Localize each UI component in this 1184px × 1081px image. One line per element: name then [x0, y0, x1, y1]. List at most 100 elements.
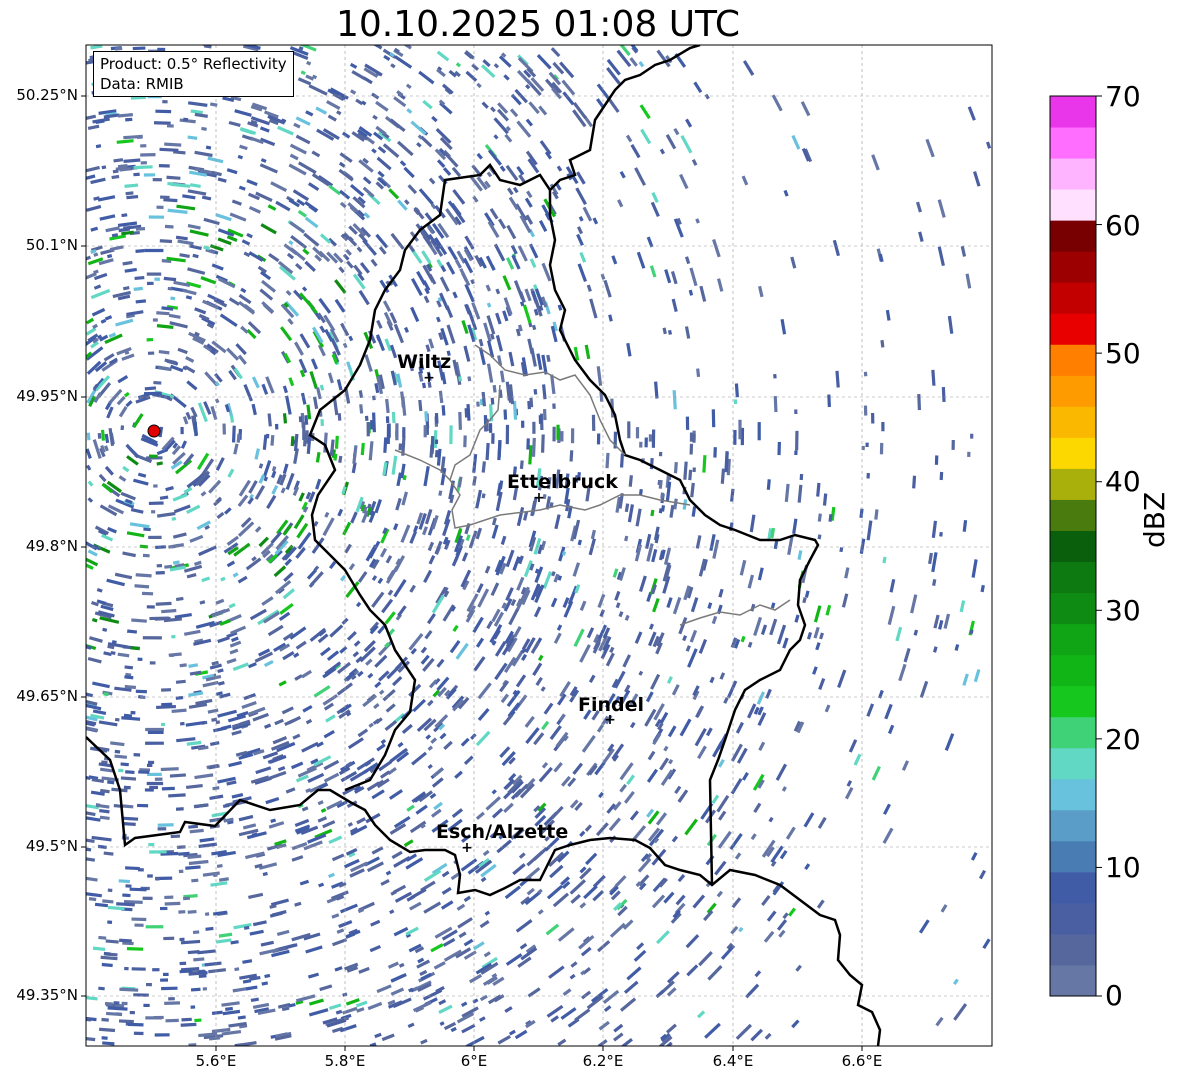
- echo-cell: [671, 684, 680, 696]
- echo-cell: [667, 725, 677, 738]
- echo-cell: [274, 718, 284, 726]
- echo-cell: [338, 266, 345, 274]
- echo-cell: [156, 511, 176, 518]
- echo-cell: [651, 192, 659, 203]
- echo-cell: [240, 287, 247, 294]
- echo-cell: [155, 601, 172, 606]
- echo-cell: [183, 629, 201, 636]
- echo-cell: [231, 729, 242, 736]
- lat-label: 49.35°N: [16, 986, 78, 1004]
- echo-cell: [499, 746, 511, 758]
- echo-cell: [189, 828, 204, 834]
- echo-cell: [339, 201, 347, 209]
- echo-cell: [291, 855, 304, 862]
- echo-cell: [101, 1036, 108, 1040]
- echo-cell: [267, 413, 272, 427]
- echo-cell: [519, 942, 528, 950]
- echo-cell: [374, 654, 388, 668]
- echo-cell: [734, 383, 739, 398]
- echo-cell: [475, 730, 491, 747]
- echo-cell: [764, 1032, 772, 1040]
- echo-cell: [903, 647, 911, 663]
- echo-cell: [626, 342, 632, 357]
- echo-cell: [584, 824, 593, 832]
- echo-cell: [477, 707, 490, 722]
- echo-cell: [505, 424, 510, 445]
- echo-cell: [157, 823, 174, 827]
- echo-cell: [375, 334, 386, 352]
- echo-cell: [232, 572, 239, 578]
- echo-cell: [639, 441, 643, 448]
- echo-cell: [692, 467, 696, 473]
- echo-cell: [693, 81, 703, 94]
- echo-cell: [780, 318, 787, 335]
- city-label-ettelbruck: Ettelbruck: [507, 471, 618, 493]
- echo-cell: [289, 153, 299, 161]
- echo-cell: [538, 766, 553, 783]
- echo-cell: [652, 597, 660, 613]
- echo-cell: [140, 161, 147, 165]
- echo-cell: [424, 629, 433, 640]
- echo-cell: [859, 508, 864, 519]
- echo-cell: [238, 300, 256, 315]
- echo-cell: [531, 324, 537, 331]
- echo-cell: [92, 709, 107, 716]
- echo-cell: [473, 656, 486, 672]
- echo-cell: [185, 865, 201, 870]
- echo-cell: [283, 571, 294, 582]
- echo-cell: [486, 302, 492, 308]
- echo-cell: [346, 260, 354, 269]
- echo-cell: [282, 651, 295, 661]
- echo-cell: [123, 822, 136, 826]
- echo-cell: [134, 275, 145, 281]
- echo-cell: [388, 188, 400, 200]
- echo-cell: [317, 800, 324, 806]
- echo-cell: [156, 311, 170, 316]
- echo-cell: [336, 110, 342, 116]
- echo-cell: [131, 967, 146, 971]
- echo-cell: [381, 598, 394, 614]
- echo-cell: [719, 672, 726, 680]
- colorbar-tick-label: 0: [1105, 979, 1123, 1012]
- echo-cell: [163, 276, 177, 282]
- echo-cell: [659, 711, 669, 725]
- echo-cell: [236, 433, 241, 443]
- echo-cell: [488, 423, 493, 433]
- echo-cell: [208, 479, 222, 494]
- echo-cell: [393, 323, 405, 344]
- echo-cell: [303, 232, 320, 247]
- echo-cell: [536, 53, 552, 70]
- echo-cell: [433, 801, 443, 811]
- echo-cell: [285, 787, 296, 794]
- echo-cell: [432, 767, 444, 778]
- echo-cell: [423, 295, 430, 304]
- echo-cell: [289, 221, 306, 234]
- echo-cell: [189, 183, 201, 189]
- echo-cell: [159, 906, 168, 911]
- echo-cell: [388, 789, 403, 800]
- echo-cell: [931, 520, 938, 539]
- echo-cell: [199, 600, 206, 605]
- echo-cell: [389, 909, 395, 915]
- echo-cell: [677, 794, 685, 803]
- echo-cell: [334, 298, 346, 313]
- echo-cell: [649, 265, 657, 278]
- echo-cell: [362, 239, 378, 256]
- echo-cell: [350, 511, 358, 524]
- echo-cell: [874, 509, 879, 520]
- echo-cell: [574, 1008, 591, 1022]
- echo-cell: [651, 894, 666, 909]
- echo-cell: [502, 714, 513, 726]
- echo-cell: [179, 253, 190, 259]
- echo-cell: [778, 929, 786, 938]
- city-label-wiltz: Wiltz: [397, 351, 452, 373]
- echo-cell: [176, 737, 196, 743]
- echo-cell: [512, 186, 519, 194]
- echo-cell: [87, 480, 94, 487]
- echo-cell: [617, 199, 624, 208]
- echo-cell: [156, 563, 163, 568]
- echo-cell: [750, 1028, 764, 1042]
- echo-cell: [686, 964, 699, 977]
- echo-cell: [804, 863, 811, 870]
- echo-cell: [186, 572, 197, 579]
